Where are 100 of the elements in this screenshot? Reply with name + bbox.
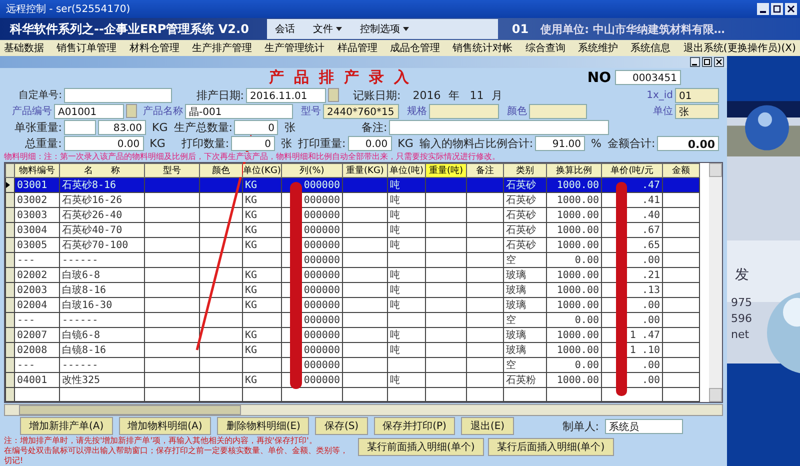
menu-item[interactable]: 系统信息 (630, 41, 671, 55)
table-cell: 02008 (14, 342, 60, 358)
maker-field[interactable]: 系统员 (605, 418, 683, 434)
unit-label: KG (152, 121, 168, 134)
scroll-thumb[interactable] (19, 405, 241, 416)
minimize-button[interactable] (757, 3, 769, 15)
no-field[interactable]: 0003451 (615, 70, 681, 85)
color-field[interactable] (529, 104, 587, 119)
unit-label: 张 (284, 120, 296, 136)
column-header[interactable]: 换算比例 (546, 164, 602, 178)
column-header[interactable]: 名 称 (60, 164, 144, 178)
dropdown-button[interactable] (328, 88, 339, 102)
table-cell: 03002 (14, 192, 60, 208)
table-cell: KG (242, 192, 282, 208)
quantity-field[interactable]: 0 (234, 120, 278, 136)
print-qty-field[interactable]: 0 (231, 136, 276, 152)
book-year: 2016 (412, 88, 441, 102)
print-weight-field[interactable]: 0.00 (348, 136, 392, 152)
insert-button[interactable]: 某行前面插入明细(单个) (358, 438, 484, 456)
dropdown-button[interactable] (126, 104, 137, 118)
weight-field[interactable]: 83.00 (98, 120, 146, 136)
ratio-field[interactable]: 91.00 (535, 136, 585, 152)
table-cell: 空 (504, 312, 546, 328)
column-header[interactable]: 重量(KG) (342, 164, 388, 178)
column-header[interactable]: 金额 (662, 164, 700, 178)
table-cell: 0.00 (546, 312, 602, 328)
column-header[interactable]: 颜色 (200, 164, 242, 178)
menu-item[interactable]: 生产排产管理 (192, 41, 252, 55)
unit-label: 张 (281, 136, 292, 152)
table-cell: 1000.00 (546, 178, 602, 193)
toolbar-item[interactable]: 会话 (274, 22, 295, 36)
menu-item[interactable]: 样品管理 (337, 41, 378, 55)
table-cell: 石英砂 (504, 178, 546, 193)
total-weight-field[interactable]: 0.00 (64, 136, 144, 152)
table-cell: 02002 (14, 268, 60, 283)
menu-item[interactable]: 材料仓管理 (129, 41, 180, 55)
order-no-field[interactable] (64, 88, 172, 103)
table-cell: 石英砂16-26 (60, 192, 144, 208)
table-cell: 石英砂 (504, 192, 546, 208)
table-cell: 1000.00 (546, 208, 602, 223)
product-code-field[interactable]: A01001 (54, 104, 124, 119)
menu-item[interactable]: 成品仓管理 (390, 41, 440, 55)
menu-item[interactable]: 综合查询 (525, 41, 566, 55)
spec-field[interactable] (429, 104, 499, 119)
column-header[interactable]: 备注 (466, 164, 504, 178)
action-button[interactable]: 增加物料明细(A) (118, 417, 212, 436)
close-button[interactable] (714, 57, 724, 67)
weight-field[interactable] (64, 120, 96, 136)
column-header[interactable]: 列(%) (282, 164, 342, 178)
field-label: 生产总数量: (174, 120, 232, 136)
month-unit: 月 (492, 88, 503, 103)
field-label: 规格 (407, 104, 427, 118)
insert-button[interactable]: 某行后面插入明细(单个) (488, 438, 614, 456)
menu-item[interactable]: 系统维护 (578, 41, 618, 55)
column-header[interactable]: 型号 (144, 164, 200, 178)
minimize-button[interactable] (690, 57, 700, 67)
unit-field[interactable]: 张 (675, 104, 719, 119)
column-header[interactable]: 单价(吨/元 (602, 164, 662, 178)
column-header[interactable]: 单位(吨) (388, 164, 426, 178)
table-cell: 玻璃 (504, 328, 546, 343)
column-header[interactable]: 类别 (504, 164, 546, 178)
action-button[interactable]: 删除物料明细(E) (217, 417, 310, 436)
action-button[interactable]: 增加新排产单(A) (20, 417, 113, 436)
table-cell: 石英砂70-100 (60, 238, 144, 253)
menu-item[interactable]: 基础数据 (4, 41, 44, 55)
action-button[interactable]: 保存(S) (315, 417, 368, 436)
menu-item[interactable]: 销售统计对帐 (452, 41, 513, 55)
date-field[interactable]: 2016.11.01 (246, 88, 326, 103)
table-cell: KG (242, 328, 282, 343)
id-field[interactable]: 01 (675, 88, 719, 103)
remark-field[interactable] (389, 120, 610, 136)
table-cell: 石英砂40-70 (60, 222, 144, 238)
table-cell: --- (14, 312, 60, 328)
model-field[interactable]: 2440*760*15 (323, 104, 399, 119)
maximize-button[interactable] (702, 57, 712, 67)
menu-item[interactable]: 生产管理统计 (264, 41, 325, 55)
action-button[interactable]: 退出(E) (461, 417, 514, 436)
table-cell: --- (14, 252, 60, 268)
field-label: 制单人: (562, 418, 599, 434)
table-cell: 玻璃 (504, 282, 546, 298)
column-header[interactable]: 重量(吨) (426, 164, 466, 178)
action-button[interactable]: 保存并打印(P) (374, 417, 456, 436)
table-cell: 吨 (388, 222, 426, 238)
table-row[interactable]: 03001 石英砂8-16 KG 000000 吨 石英砂 1000.00 .47 (6, 178, 700, 193)
column-header[interactable]: 物料编号 (14, 164, 60, 178)
toolbar-item[interactable]: 文件 (312, 22, 342, 36)
maximize-button[interactable] (771, 3, 783, 15)
amount-field[interactable]: 0.00 (657, 136, 720, 152)
table-cell: 1000.00 (546, 328, 602, 343)
close-button[interactable] (785, 3, 797, 15)
toolbar-item[interactable]: 控制选项 (360, 22, 409, 36)
horizontal-scrollbar[interactable] (4, 404, 723, 416)
table-cell: 白玻8-16 (60, 282, 144, 298)
menu-item[interactable]: 销售订单管理 (56, 41, 117, 55)
product-name-field[interactable]: 晶-001 (185, 104, 293, 119)
menu-item[interactable]: 退出系统(更换操作员)(X) (683, 41, 796, 55)
table-cell: 1000.00 (546, 268, 602, 283)
table-cell: ------ (60, 252, 144, 268)
vertical-scrollbar[interactable] (709, 163, 722, 402)
column-header[interactable]: 单位(KG) (242, 164, 282, 178)
